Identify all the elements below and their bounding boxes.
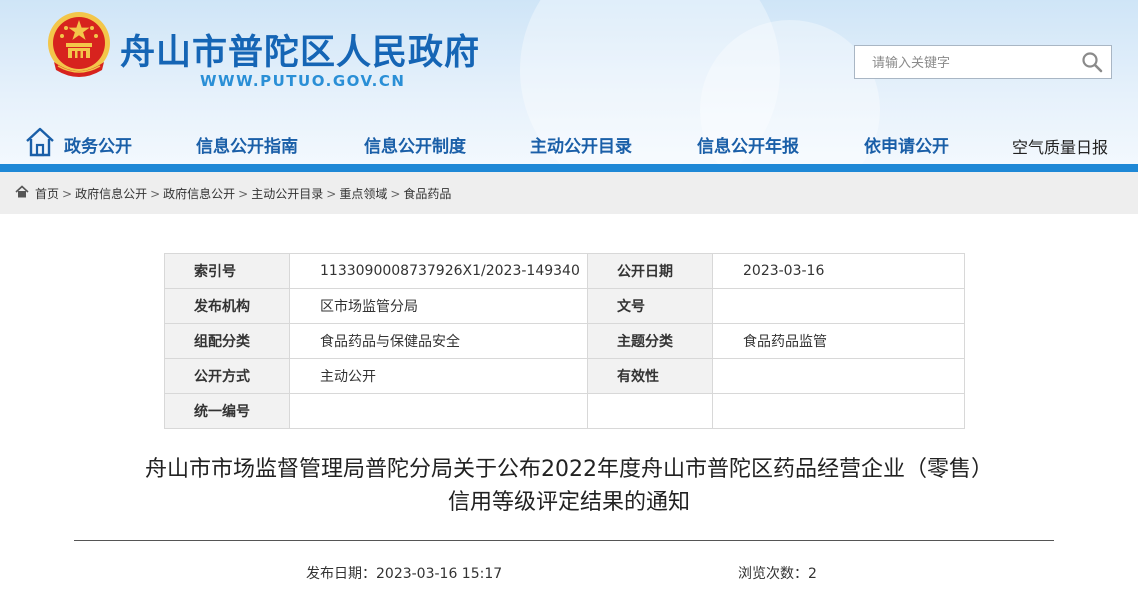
empty-cell — [712, 393, 965, 429]
table-row: 统一编号 — [164, 393, 965, 429]
breadcrumb-item[interactable]: 主动公开目录 — [251, 187, 323, 201]
org-label: 发布机构 — [164, 288, 290, 324]
nav-item-zhengwu[interactable]: 政务公开 — [64, 132, 132, 157]
national-emblem-icon — [48, 12, 110, 77]
index-label: 索引号 — [164, 253, 290, 289]
search-box — [854, 45, 1112, 80]
empty-cell — [587, 393, 713, 429]
nav-underline-bar — [0, 164, 1138, 172]
breadcrumb: 首页 > 政府信息公开 > 政府信息公开 > 主动公开目录 > 重点领域 > 食品药品 — [0, 172, 1138, 214]
search-icon[interactable] — [1081, 51, 1103, 73]
document-title-line: 舟山市市场监督管理局普陀分局关于公布2022年度舟山市普陀区药品经营企业（零售） — [145, 457, 993, 482]
pubdate-label: 公开日期 — [587, 253, 713, 289]
category-value: 食品药品与保健品安全 — [289, 323, 588, 359]
pubdate-value: 2023-03-16 — [712, 253, 965, 289]
breadcrumb-separator: > — [62, 187, 73, 201]
site-title: 舟山市普陀区人民政府 — [120, 33, 481, 73]
validity-value — [712, 358, 965, 394]
method-label: 公开方式 — [164, 358, 290, 394]
document-title: 舟山市市场监督管理局普陀分局关于公布2022年度舟山市普陀区药品经营企业（零售）… — [0, 453, 1138, 519]
table-row: 发布机构 区市场监管分局 文号 — [164, 288, 965, 324]
breadcrumb-separator: > — [326, 187, 337, 201]
nav-item-annual-report[interactable]: 信息公开年报 — [697, 132, 799, 157]
search-input[interactable] — [855, 46, 1094, 80]
nav-item-air-quality[interactable]: 空气质量日报 — [1012, 134, 1108, 158]
site-url[interactable]: WWW.PUTUO.GOV.CN — [200, 72, 405, 90]
title-divider — [74, 540, 1054, 541]
code-value — [289, 393, 588, 429]
table-row: 组配分类 食品药品与保健品安全 主题分类 食品药品监管 — [164, 323, 965, 359]
nav-item-catalog[interactable]: 主动公开目录 — [530, 132, 632, 157]
docno-value — [712, 288, 965, 324]
nav-item-request[interactable]: 依申请公开 — [864, 132, 949, 157]
code-label: 统一编号 — [164, 393, 290, 429]
breadcrumb-item[interactable]: 食品药品 — [403, 187, 451, 201]
category-label: 组配分类 — [164, 323, 290, 359]
table-row: 公开方式 主动公开 有效性 — [164, 358, 965, 394]
validity-label: 有效性 — [587, 358, 713, 394]
method-value: 主动公开 — [289, 358, 588, 394]
table-row: 索引号 1133090008737926X1/2023-149340 公开日期 … — [164, 253, 965, 289]
breadcrumb-item[interactable]: 政府信息公开 — [75, 187, 147, 201]
nav-item-system[interactable]: 信息公开制度 — [364, 132, 466, 157]
breadcrumb-item[interactable]: 首页 — [35, 187, 59, 201]
topic-label: 主题分类 — [587, 323, 713, 359]
site-header: 舟山市普陀区人民政府 WWW.PUTUO.GOV.CN 政务公开 信息公开指南 … — [0, 0, 1138, 172]
index-value: 1133090008737926X1/2023-149340 — [289, 253, 588, 289]
home-icon[interactable] — [24, 126, 56, 158]
breadcrumb-item[interactable]: 政府信息公开 — [163, 187, 235, 201]
breadcrumb-separator: > — [390, 187, 401, 201]
main-nav: 政务公开 信息公开指南 信息公开制度 主动公开目录 信息公开年报 依申请公开 空… — [0, 122, 1138, 162]
docno-label: 文号 — [587, 288, 713, 324]
document-metadata-table: 索引号 1133090008737926X1/2023-149340 公开日期 … — [164, 253, 965, 429]
home-icon[interactable] — [15, 185, 29, 199]
document-title-line: 信用等级评定结果的通知 — [447, 490, 690, 515]
nav-item-guide[interactable]: 信息公开指南 — [196, 132, 298, 157]
topic-value: 食品药品监管 — [712, 323, 965, 359]
view-count: 浏览次数：2 — [738, 566, 817, 582]
breadcrumb-item[interactable]: 重点领域 — [339, 187, 387, 201]
publish-date: 发布日期：2023-03-16 15:17 — [306, 566, 503, 582]
breadcrumb-separator: > — [238, 187, 249, 201]
org-value: 区市场监管分局 — [289, 288, 588, 324]
breadcrumb-separator: > — [150, 187, 161, 201]
breadcrumb-path: 首页 > 政府信息公开 > 政府信息公开 > 主动公开目录 > 重点领域 > 食品药品 — [35, 185, 451, 202]
